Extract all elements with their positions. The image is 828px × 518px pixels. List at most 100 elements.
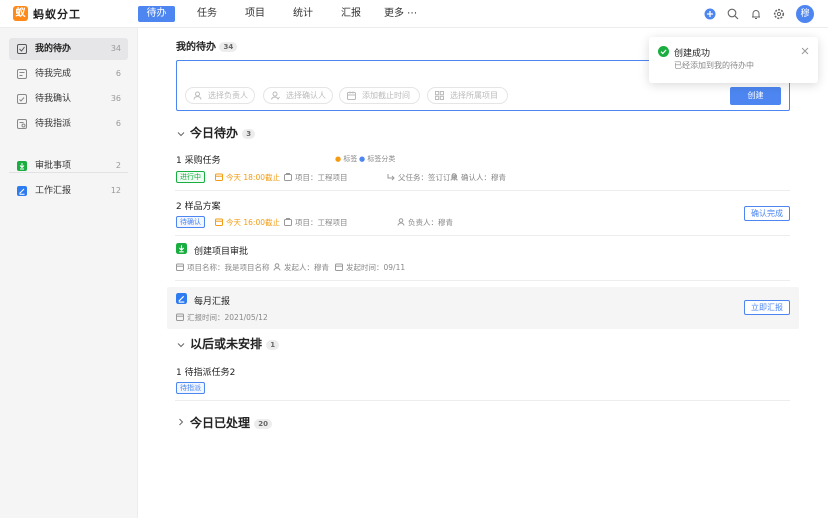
select-project-button[interactable]: 选择所属项目 — [427, 87, 508, 104]
approval-icon — [17, 161, 27, 171]
task-title[interactable]: 创建项目审批 — [194, 244, 248, 257]
bell-icon[interactable] — [750, 8, 762, 20]
report-icon — [176, 293, 187, 304]
sidebar-item-label: 我的待办 — [35, 44, 72, 54]
nav-tab-reports[interactable]: 汇报 — [341, 6, 361, 22]
nav-tab-todo[interactable]: 待办 — [138, 6, 175, 22]
nav-tab-stats[interactable]: 统计 — [293, 6, 313, 22]
sidebar-item-label: 审批事项 — [35, 161, 72, 171]
calendar-icon — [215, 173, 223, 181]
top-bar: 蚁 蚂蚁分工 待办 任务 项目 统计 汇报 更多 ⋯ 穆 — [0, 0, 828, 28]
nav-tab-tasks[interactable]: 任务 — [197, 6, 217, 22]
section-title-today: 今日待办 3 — [190, 124, 256, 141]
row-divider — [175, 235, 790, 236]
section-title-later: 以后或未安排 1 — [190, 335, 280, 352]
user-icon — [273, 263, 281, 271]
app-name: 蚂蚁分工 — [33, 8, 81, 21]
page-title: 我的待办 34 — [176, 38, 238, 53]
task-label-category: ● 标签分类 — [359, 155, 396, 163]
task-title[interactable]: 每月汇报 — [194, 294, 230, 307]
select-owner-button[interactable]: 选择负责人 — [185, 87, 255, 104]
list-icon — [17, 69, 27, 79]
select-confirmer-button[interactable]: 选择确认人 — [263, 87, 333, 104]
success-check-icon — [658, 46, 669, 57]
create-button[interactable]: 创建 — [730, 87, 781, 105]
task-deadline: 今天 18:00截止 — [215, 172, 280, 183]
assign-icon — [17, 119, 27, 129]
sidebar-item-approvals[interactable]: 审批事项 2 — [9, 155, 128, 177]
calendar-icon — [215, 218, 223, 226]
task-parent: 父任务：签订订单 — [387, 172, 458, 183]
sidebar-item-label: 待我指派 — [35, 119, 72, 129]
project-icon — [284, 218, 292, 226]
parent-task-icon — [387, 174, 395, 181]
select-confirmer-label: 选择确认人 — [286, 91, 326, 100]
calendar-icon — [335, 263, 343, 271]
report-icon — [17, 186, 27, 196]
task-title[interactable]: 2 样品方案 — [176, 199, 221, 212]
user-avatar[interactable]: 穆 — [796, 5, 814, 23]
sidebar-item-to-complete[interactable]: 待我完成 6 — [9, 63, 128, 85]
sidebar-item-my-todo[interactable]: 我的待办 34 — [9, 38, 128, 60]
approval-project-name: 项目名称：我是项目名称 — [176, 262, 270, 273]
section-title-done: 今日已处理 20 — [190, 414, 272, 431]
task-confirmer: 确认人：穆青 — [450, 172, 506, 183]
section-title-text: 以后或未安排 — [190, 337, 263, 351]
sidebar-item-to-assign[interactable]: 待我指派 6 — [9, 113, 128, 135]
sidebar: 我的待办 34 待我完成 6 待我确认 36 待我指派 6 审批事项 2 工作汇… — [0, 28, 138, 518]
search-icon[interactable] — [727, 8, 739, 20]
toast-message: 已经添加到我的待办中 — [674, 61, 754, 70]
approval-icon — [176, 243, 187, 254]
calendar-icon — [176, 263, 184, 271]
task-owner: 负责人：穆青 — [397, 217, 453, 228]
task-title[interactable]: 1 采购任务 — [176, 153, 221, 166]
page-title-text: 我的待办 — [176, 42, 216, 53]
section-title-text: 今日已处理 — [190, 416, 251, 430]
settings-icon[interactable] — [773, 8, 785, 20]
task-deadline: 今天 16:00截止 — [215, 217, 280, 228]
sidebar-item-count: 2 — [115, 161, 121, 170]
success-toast: 创建成功 已经添加到我的待办中 — [649, 37, 818, 83]
status-badge: 进行中 — [176, 171, 205, 183]
project-icon — [284, 173, 292, 181]
toast-title: 创建成功 — [674, 49, 711, 59]
row-divider — [175, 190, 790, 191]
row-divider — [175, 280, 790, 281]
sidebar-item-count: 34 — [110, 44, 121, 53]
close-icon[interactable] — [801, 47, 809, 55]
nav-tab-projects[interactable]: 项目 — [245, 6, 265, 22]
chevron-right-icon[interactable] — [177, 418, 185, 426]
select-project-label: 选择所属项目 — [450, 91, 498, 100]
task-title[interactable]: 1 待指派任务2 — [176, 365, 235, 378]
sidebar-item-count: 12 — [110, 186, 121, 195]
add-deadline-button[interactable]: 添加截止时间 — [339, 87, 420, 104]
confirm-complete-button[interactable]: 确认完成 — [744, 206, 790, 221]
task-project: 项目：工程项目 — [284, 172, 348, 183]
section-count: 1 — [266, 339, 280, 350]
app-logo[interactable]: 蚁 — [13, 6, 28, 21]
add-icon[interactable] — [704, 8, 716, 20]
sidebar-item-work-reports[interactable]: 工作汇报 12 — [9, 180, 128, 202]
page-title-count: 34 — [219, 42, 238, 52]
task-project: 项目：工程项目 — [284, 217, 348, 228]
select-owner-label: 选择负责人 — [208, 91, 248, 100]
nav-more[interactable]: 更多 ⋯ — [384, 6, 417, 22]
sidebar-item-to-confirm[interactable]: 待我确认 36 — [9, 88, 128, 110]
calendar-icon — [176, 313, 184, 321]
checkbox-icon — [17, 44, 27, 54]
report-time: 汇报时间：2021/05/12 — [176, 312, 268, 323]
section-title-text: 今日待办 — [190, 126, 239, 140]
sidebar-item-label: 工作汇报 — [35, 186, 72, 196]
sidebar-item-count: 36 — [110, 94, 121, 103]
task-label: ● 标签 — [335, 155, 358, 163]
approval-initiator: 发起人：穆青 — [273, 262, 329, 273]
report-now-button[interactable]: 立即汇报 — [744, 300, 790, 315]
user-icon — [397, 218, 405, 226]
status-badge: 待指派 — [176, 382, 205, 394]
approval-time: 发起时间：09/11 — [335, 262, 405, 273]
chevron-down-icon[interactable] — [177, 341, 185, 349]
main-content: 我的待办 34 选择负责人 选择确认人 添加截止时间 选择所属项目 创建 今日待… — [138, 28, 828, 518]
add-deadline-label: 添加截止时间 — [362, 91, 410, 100]
chevron-down-icon[interactable] — [177, 130, 185, 138]
sidebar-item-label: 待我确认 — [35, 94, 72, 104]
